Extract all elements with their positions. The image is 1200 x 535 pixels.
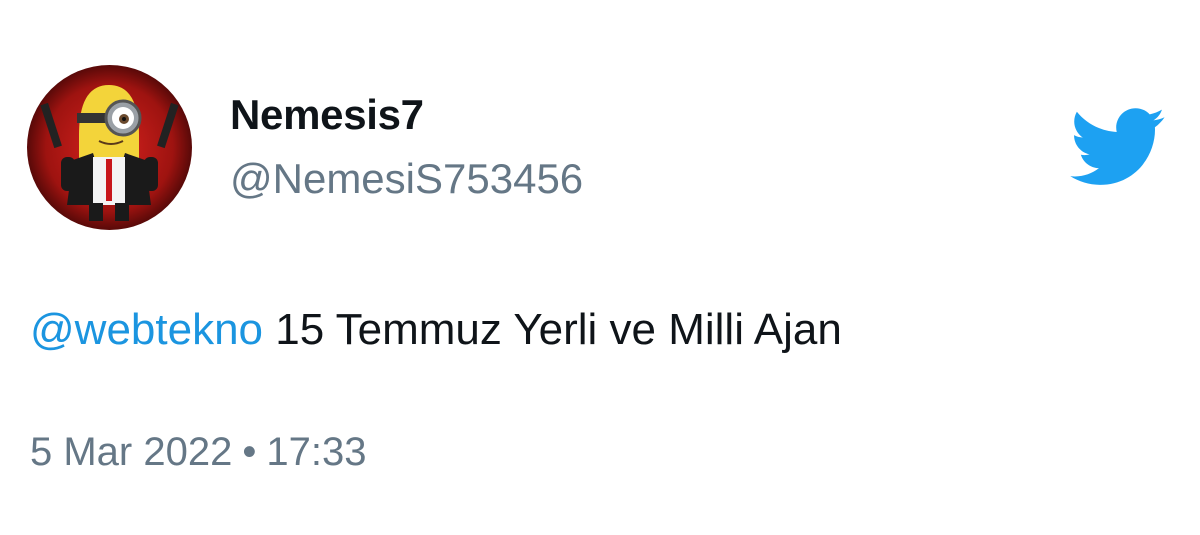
user-handle[interactable]: @NemesiS753456 [230, 158, 583, 200]
meta-separator: • [242, 430, 257, 474]
mention-link[interactable]: @webtekno [30, 305, 263, 354]
display-name[interactable]: Nemesis7 [230, 94, 424, 136]
tweet-text: @webtekno 15 Temmuz Yerli ve Milli Ajan [30, 308, 842, 352]
twitter-bird-icon[interactable] [1070, 108, 1166, 186]
tweet-body: 15 Temmuz Yerli ve Milli Ajan [275, 305, 842, 354]
tweet-time: 17:33 [266, 430, 367, 474]
tweet-timestamp[interactable]: 5 Mar 2022 • 17:33 [30, 432, 366, 472]
tweet-date: 5 Mar 2022 [30, 430, 233, 474]
tweet-card: Nemesis7 @NemesiS753456 @webtekno 15 Tem… [0, 0, 1200, 535]
minion-avatar-icon [27, 65, 192, 230]
avatar[interactable] [27, 65, 192, 230]
